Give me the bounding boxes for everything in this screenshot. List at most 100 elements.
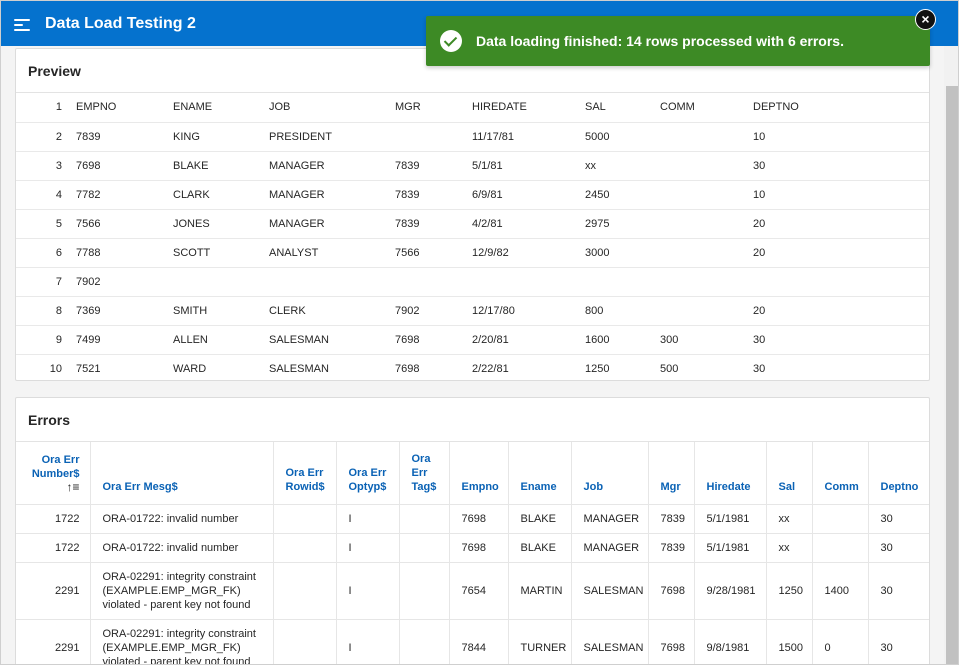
preview-cell: 12/9/82: [472, 238, 585, 268]
col-header-ename[interactable]: Ename: [508, 442, 572, 505]
error-row: 2291 ORA-02291: integrity constraint (EXA…: [16, 562, 929, 620]
error-cell: 5/1/1981: [694, 533, 767, 563]
error-cell: 30: [868, 562, 929, 620]
preview-row: 3 7698 BLAKE MANAGER 7839 5/1/81 xx 30: [16, 151, 929, 181]
preview-row: 7 7902: [16, 267, 929, 297]
preview-row-number: 7: [16, 267, 76, 297]
preview-row-number: 8: [16, 296, 76, 326]
preview-cell: 7839: [395, 209, 472, 239]
error-cell: ORA-02291: integrity constraint (EXAMPLE…: [90, 562, 274, 620]
preview-cell: 4/2/81: [472, 209, 585, 239]
preview-cell: [660, 180, 753, 210]
errors-table: Ora Err Number$ ↑≡ Ora Err Mesg$ Ora Err…: [16, 442, 929, 664]
preview-cell: [660, 267, 753, 297]
error-cell: 1722: [16, 504, 91, 534]
preview-cell: SCOTT: [173, 238, 269, 268]
error-cell: [399, 533, 450, 563]
menu-icon[interactable]: [14, 16, 34, 32]
preview-cell: 30: [753, 151, 929, 181]
preview-cell: COMM: [660, 93, 753, 123]
error-cell: [273, 562, 337, 620]
preview-cell: [660, 122, 753, 152]
col-header-ora-err-tag[interactable]: Ora Err Tag$: [399, 442, 450, 505]
preview-cell: [660, 209, 753, 239]
errors-region-title: Errors: [16, 398, 929, 442]
preview-cell: 3000: [585, 238, 660, 268]
preview-table: 1 EMPNO ENAME JOB MGR HIREDATE SAL COMM DEPTNO 2 7…: [16, 93, 929, 383]
error-cell: SALESMAN: [571, 562, 649, 620]
check-circle-icon: [440, 30, 462, 52]
preview-cell: MANAGER: [269, 209, 395, 239]
vertical-scrollbar[interactable]: [944, 46, 958, 664]
error-cell: 7698: [648, 562, 695, 620]
col-header-deptno[interactable]: Deptno: [868, 442, 929, 505]
preview-cell: 10: [753, 122, 929, 152]
preview-cell: 2/22/81: [472, 362, 509, 375]
error-cell: 5/1/1981: [694, 504, 767, 534]
preview-cell: [585, 267, 660, 297]
error-cell: BLAKE: [508, 504, 572, 534]
success-notification: Data loading finished: 14 rows processed…: [426, 16, 930, 66]
col-header-ora-err-rowid[interactable]: Ora Err Rowid$: [273, 442, 337, 505]
preview-row-number: 5: [16, 209, 76, 239]
preview-cell: 30: [753, 325, 929, 355]
preview-cell: 7499: [76, 325, 173, 355]
preview-cell: 7839: [76, 122, 173, 152]
preview-row-number: 3: [16, 151, 76, 181]
preview-cell: MANAGER: [269, 151, 395, 181]
main-content: Preview 1 EMPNO ENAME JOB MGR HIREDATE SAL COMM…: [1, 46, 944, 664]
col-header-ora-err-number[interactable]: Ora Err Number$ ↑≡: [16, 442, 91, 505]
col-header-empno[interactable]: Empno: [449, 442, 509, 505]
preview-cell: 20: [753, 209, 929, 239]
col-header-hiredate[interactable]: Hiredate: [694, 442, 767, 505]
col-header-text: Err: [411, 466, 428, 479]
error-cell: 30: [868, 619, 929, 664]
preview-cell: 7566: [395, 238, 472, 268]
error-cell: 1400: [812, 562, 869, 620]
preview-cell: 10: [753, 180, 929, 210]
error-cell: I: [336, 619, 400, 664]
error-cell: 7698: [449, 533, 509, 563]
preview-cell: SMITH: [173, 296, 269, 326]
error-cell: BLAKE: [508, 533, 572, 563]
col-header-text: Ora: [411, 452, 431, 465]
error-cell: 9/28/1981: [694, 562, 767, 620]
col-header-mgr[interactable]: Mgr: [648, 442, 695, 505]
col-header-text: Optyp$: [348, 480, 387, 493]
col-header-ora-err-optyp[interactable]: Ora Err Optyp$: [336, 442, 400, 505]
preview-cell: 7788: [76, 238, 173, 268]
error-cell: [812, 533, 869, 563]
preview-cell: MGR: [395, 93, 472, 123]
preview-cell: 7369: [76, 296, 173, 326]
preview-row: 10 7521 WARD SALESMAN 7698 2/22/81 1250 500 30: [16, 354, 929, 383]
preview-cell: BLAKE: [173, 151, 269, 181]
preview-cell: ANALYST: [269, 238, 395, 268]
preview-cell: [660, 151, 753, 181]
error-cell: 0: [812, 619, 869, 664]
error-cell: 2291: [16, 619, 91, 664]
scrollbar-thumb[interactable]: [946, 86, 958, 664]
preview-row: 9 7499 ALLEN SALESMAN 7698 2/20/81 1600 300 30: [16, 325, 929, 355]
preview-row: 1 EMPNO ENAME JOB MGR HIREDATE SAL COMM DEPTNO: [16, 93, 929, 123]
error-cell: ORA-01722: invalid number: [90, 533, 274, 563]
col-header-ora-err-mesg[interactable]: Ora Err Mesg$: [90, 442, 274, 505]
preview-cell: 1600: [585, 325, 660, 355]
close-icon[interactable]: ×: [915, 9, 936, 30]
preview-cell: 7521: [76, 362, 101, 375]
preview-cell: ENAME: [173, 93, 269, 123]
col-header-text: Ora Err: [41, 453, 80, 466]
error-row: 1722 ORA-01722: invalid number I 7698 BLAKE M…: [16, 504, 929, 534]
error-cell: MARTIN: [508, 562, 572, 620]
error-cell: I: [336, 562, 400, 620]
preview-cell: 7839: [395, 180, 472, 210]
preview-row-number: 2: [16, 122, 76, 152]
preview-cell: 7839: [395, 151, 472, 181]
preview-cell: MANAGER: [269, 180, 395, 210]
col-header-comm[interactable]: Comm: [812, 442, 869, 505]
preview-cell: 20: [753, 238, 929, 268]
preview-cell: SAL: [585, 93, 660, 123]
col-header-job[interactable]: Job: [571, 442, 649, 505]
col-header-sal[interactable]: Sal: [766, 442, 813, 505]
error-cell: 7839: [648, 533, 695, 563]
preview-cell: SALESMAN: [269, 325, 395, 355]
